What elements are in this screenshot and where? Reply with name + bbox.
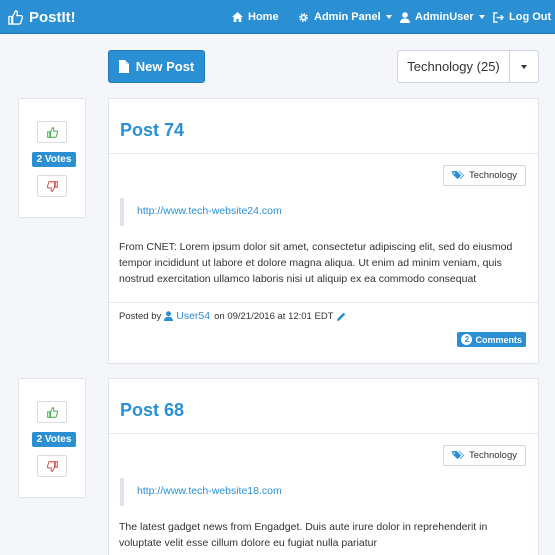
category-tag-label: Technology xyxy=(468,450,517,461)
thumbs-up-icon xyxy=(8,9,23,25)
post-link[interactable]: http://www.tech-website24.com xyxy=(137,205,282,217)
downvote-button[interactable] xyxy=(37,455,67,477)
upvote-button[interactable] xyxy=(37,401,67,423)
tags-icon xyxy=(452,171,464,180)
quote-bar xyxy=(120,478,124,506)
category-tag[interactable]: Technology xyxy=(442,445,526,466)
posted-by-prefix: Posted by xyxy=(119,310,162,322)
user-icon xyxy=(400,11,410,23)
post-link[interactable]: http://www.tech-website18.com xyxy=(137,485,282,497)
gear-icon xyxy=(299,12,308,22)
nav-admin-panel[interactable]: Admin Panel xyxy=(298,0,392,34)
post-date: on 09/21/2016 at 12:01 EDT xyxy=(214,310,334,322)
thumbs-down-icon xyxy=(46,460,58,472)
navbar: PostIt! Home Admin Panel AdminUser Log O… xyxy=(0,0,555,34)
nav-home-label: Home xyxy=(248,11,279,23)
thumbs-down-icon xyxy=(46,180,58,192)
vote-count-badge: 2 Votes xyxy=(32,152,76,167)
pencil-icon[interactable] xyxy=(337,312,346,321)
quote-bar xyxy=(120,198,124,226)
nav-admin-panel-label: Admin Panel xyxy=(314,11,381,23)
vote-count-badge: 2 Votes xyxy=(32,432,76,447)
downvote-button[interactable] xyxy=(37,175,67,197)
vote-panel: 2 Votes xyxy=(18,378,86,498)
chevron-down-icon xyxy=(478,15,485,19)
author-link[interactable]: User54 xyxy=(176,310,210,322)
home-icon xyxy=(232,12,243,22)
post-card: Post 68 Technology http://www.tech-websi… xyxy=(108,378,539,555)
nav-logout[interactable]: Log Out xyxy=(493,0,551,34)
brand-name: PostIt! xyxy=(29,8,76,26)
nav-logout-label: Log Out xyxy=(509,11,552,23)
post-title[interactable]: Post 68 xyxy=(120,400,184,421)
divider xyxy=(109,153,538,154)
category-selected-label: Technology (25) xyxy=(407,59,500,74)
comment-count: 2 xyxy=(461,334,473,345)
post-title[interactable]: Post 74 xyxy=(120,120,184,141)
post-card: Post 74 Technology http://www.tech-websi… xyxy=(108,98,539,364)
post-body: The latest gadget news from Engadget. Du… xyxy=(119,521,488,549)
tags-icon xyxy=(452,451,464,460)
thumbs-up-icon xyxy=(46,406,58,418)
category-tag[interactable]: Technology xyxy=(442,165,526,186)
nav-user-label: AdminUser xyxy=(415,11,474,23)
new-post-label: New Post xyxy=(135,59,195,74)
chevron-down-icon xyxy=(521,64,527,69)
new-post-button[interactable]: New Post xyxy=(108,50,205,83)
post-meta: Posted by User54 on 09/21/2016 at 12:01 … xyxy=(119,310,346,322)
comments-label: Comments xyxy=(475,334,522,345)
thumbs-up-icon xyxy=(46,126,58,138)
brand-link[interactable]: PostIt! xyxy=(8,0,76,34)
nav-user-menu[interactable]: AdminUser xyxy=(400,0,485,34)
upvote-button[interactable] xyxy=(37,121,67,143)
document-icon xyxy=(118,60,129,73)
chevron-down-icon xyxy=(385,15,392,19)
category-select[interactable]: Technology (25) xyxy=(397,50,510,83)
comments-badge[interactable]: 2 Comments xyxy=(457,332,526,347)
nav-home[interactable]: Home xyxy=(232,0,279,34)
logout-icon xyxy=(493,11,504,23)
user-icon xyxy=(164,311,174,321)
post-body: From CNET: Lorem ipsum dolor sit amet, c… xyxy=(119,241,513,285)
category-tag-label: Technology xyxy=(468,170,517,181)
vote-panel: 2 Votes xyxy=(18,98,86,218)
category-dropdown-toggle[interactable] xyxy=(509,50,539,83)
divider xyxy=(109,433,538,434)
divider xyxy=(109,302,538,303)
